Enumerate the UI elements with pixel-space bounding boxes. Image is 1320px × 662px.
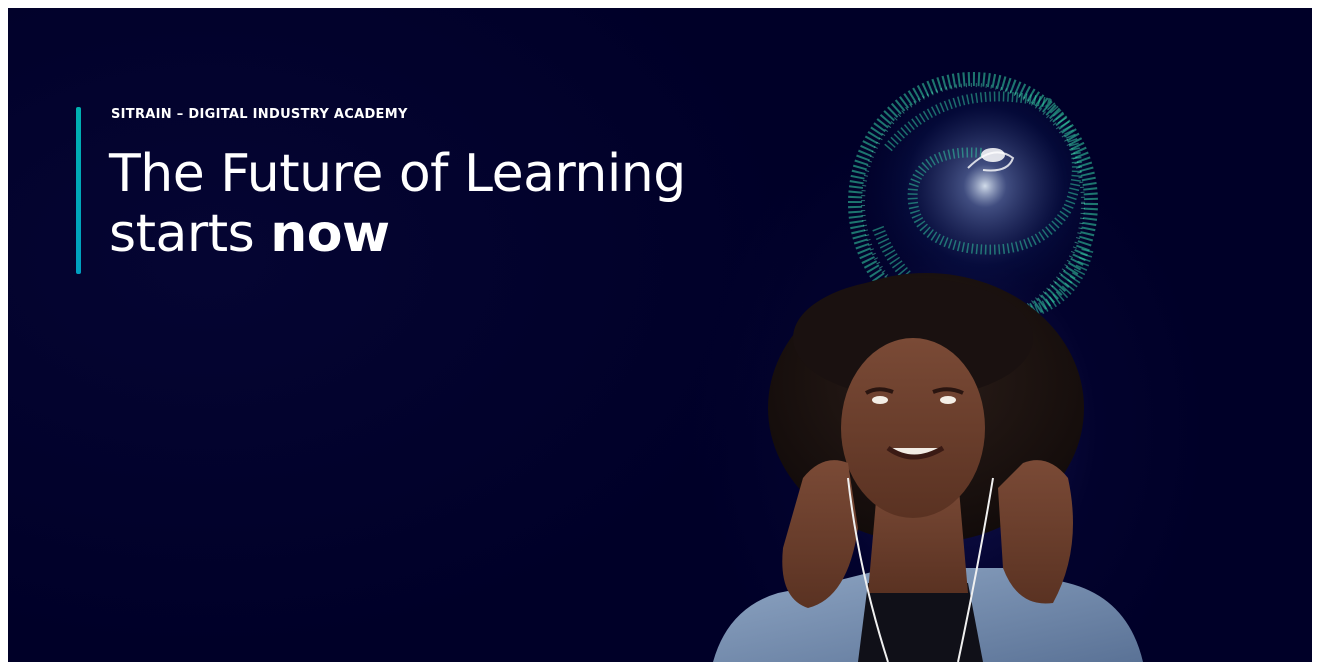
hero-banner: SITRAIN – DIGITAL INDUSTRY ACADEMY The F… — [8, 8, 1312, 662]
hero-illustration — [713, 72, 1143, 662]
person-figure — [713, 273, 1143, 662]
